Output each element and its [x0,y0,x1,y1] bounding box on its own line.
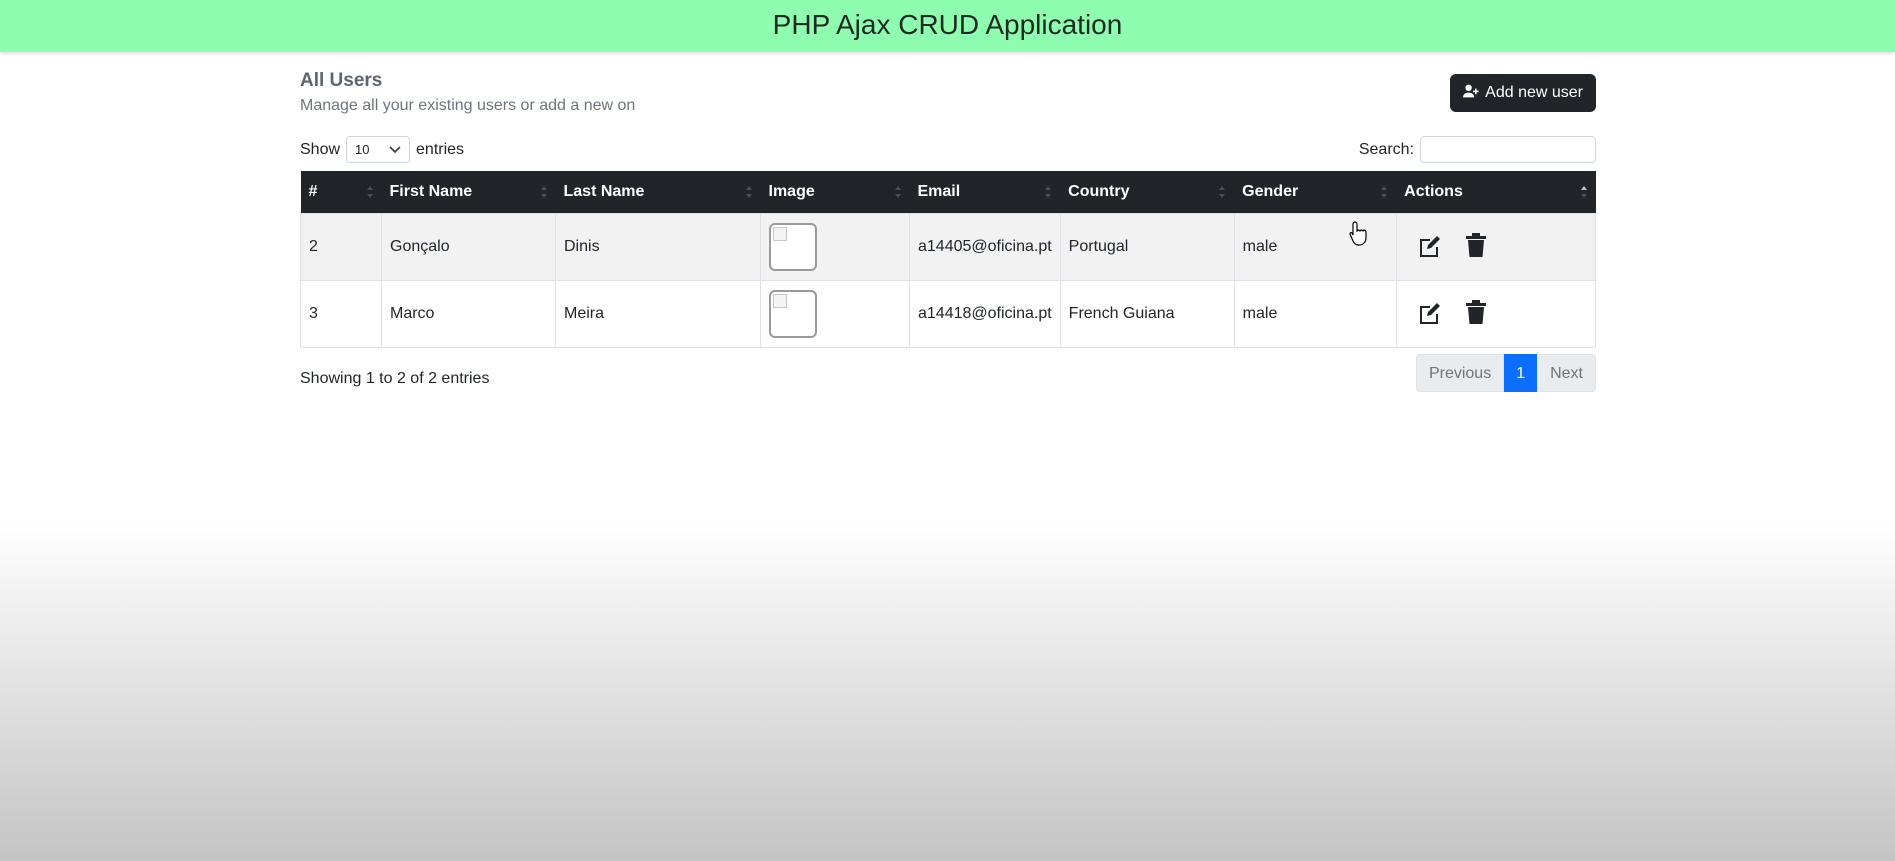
trash-icon[interactable] [1465,232,1487,263]
column-header-first-name[interactable]: First Name [381,171,556,214]
column-label: Country [1068,183,1130,200]
column-header-gender[interactable]: Gender [1234,171,1397,214]
cell-first-name: Gonçalo [381,213,556,281]
cell-image [760,213,910,281]
sort-icon [1218,185,1226,199]
table-row: 2 Gonçalo Dinis a14405@oficina.pt Portug… [300,213,1597,281]
table-row: 3 Marco Meira a14418@oficina.pt French G… [300,280,1597,348]
entries-select-value: 10 [355,142,370,157]
sort-asc-icon [1580,185,1588,199]
sort-icon [1380,185,1388,199]
user-plus-icon [1463,84,1479,103]
table-info: Showing 1 to 2 of 2 entries [300,370,490,387]
cell-actions [1395,213,1597,281]
table-header-row: # First Name Last Name Image Email Count… [300,171,1596,214]
cell-email: a14418@oficina.pt [909,280,1061,348]
sort-icon [366,185,374,199]
cell-gender: male [1233,213,1397,281]
page-title: All Users [300,70,383,91]
pagination: Previous 1 Next [1415,354,1596,392]
app-header: PHP Ajax CRUD Application [0,0,1895,52]
column-header-id[interactable]: # [300,171,382,214]
search-control: Search: [1359,136,1596,163]
trash-icon[interactable] [1465,299,1487,330]
column-header-email[interactable]: Email [909,171,1061,214]
next-page-button[interactable]: Next [1537,354,1596,392]
hand-cursor-icon [1349,220,1369,246]
column-label: Last Name [563,183,645,200]
cell-country: French Guiana [1059,280,1235,348]
sort-icon [540,185,548,199]
cell-country: Portugal [1059,213,1235,281]
cell-last-name: Meira [555,280,761,348]
column-header-last-name[interactable]: Last Name [555,171,761,214]
cell-last-name: Dinis [555,213,761,281]
cell-id: 3 [300,280,382,348]
column-header-image[interactable]: Image [760,171,910,214]
search-label: Search: [1358,140,1414,158]
cell-first-name: Marco [381,280,556,348]
sort-icon [745,185,753,199]
search-input[interactable] [1420,136,1596,163]
cell-gender: male [1233,280,1397,348]
column-label: First Name [389,183,473,200]
sort-icon [894,185,902,199]
users-table: # First Name Last Name Image Email Count… [300,171,1597,348]
chevron-down-icon [389,142,401,157]
edit-icon[interactable] [1417,232,1443,263]
user-avatar-image [769,223,817,271]
entries-length-control: Show 10 entries [300,136,464,163]
column-label: Actions [1404,183,1463,200]
sort-icon [1044,185,1052,199]
column-label: Gender [1242,183,1299,200]
show-label: Show [300,140,341,158]
add-user-label: Add new user [1485,84,1583,101]
cell-id: 2 [300,213,382,281]
cell-actions [1395,280,1597,348]
column-label: Image [768,183,815,200]
column-label: # [308,183,318,200]
app-title: PHP Ajax CRUD Application [772,9,1123,40]
edit-icon[interactable] [1417,299,1443,330]
user-avatar-image [769,290,817,338]
entries-select[interactable]: 10 [346,136,411,163]
column-header-country[interactable]: Country [1060,171,1235,214]
entries-label: entries [416,140,465,158]
previous-page-button[interactable]: Previous [1415,354,1505,392]
page-1-button[interactable]: 1 [1504,354,1538,392]
column-header-actions[interactable]: Actions [1396,171,1596,214]
cell-image [760,280,910,348]
cell-email: a14405@oficina.pt [909,213,1061,281]
column-label: Email [917,183,961,200]
page-subtitle: Manage all your existing users or add a … [300,97,636,114]
add-user-button[interactable]: Add new user [1450,74,1596,112]
